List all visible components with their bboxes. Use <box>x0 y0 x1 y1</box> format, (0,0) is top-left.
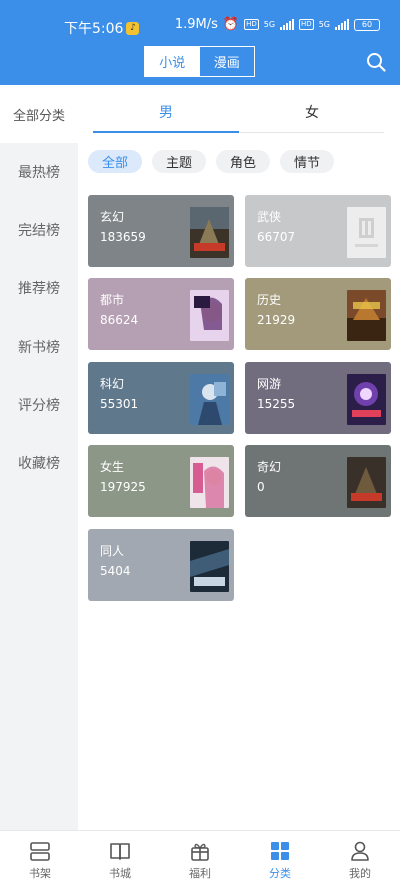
category-name: 玄幻 <box>100 210 125 224</box>
book-cover-image <box>190 541 229 592</box>
hd-icon: HD <box>244 19 259 30</box>
category-name: 科幻 <box>100 377 125 391</box>
nav-bookstore[interactable]: 书城 <box>80 831 160 888</box>
status-net2: 5G <box>318 20 330 29</box>
book-cover-image <box>347 290 386 341</box>
filter-chip-plot[interactable]: 情节 <box>280 150 334 173</box>
sidebar-item-recommended[interactable]: 推荐榜 <box>0 268 78 308</box>
user-icon <box>349 840 371 862</box>
category-count: 197925 <box>100 480 146 494</box>
sidebar-item-hot[interactable]: 最热榜 <box>0 152 78 192</box>
alarm-icon: ⏰ <box>222 17 240 32</box>
status-bar: 下午5:06 ♪ 1.9M/s ⏰ HD 5G HD 5G 60 <box>0 0 400 40</box>
filter-chip-theme[interactable]: 主题 <box>152 150 206 173</box>
app-header: 下午5:06 ♪ 1.9M/s ⏰ HD 5G HD 5G 60 小说 漫画 <box>0 0 400 85</box>
book-cover-image <box>190 457 229 508</box>
nav-bookshelf[interactable]: 书架 <box>0 831 80 888</box>
bookshelf-icon <box>29 840 51 862</box>
tab-female[interactable]: 女 <box>239 92 385 132</box>
status-net1: 5G <box>263 20 276 29</box>
search-icon[interactable] <box>365 51 387 73</box>
category-card-dushi[interactable]: 都市 86624 <box>88 278 234 350</box>
nav-profile-label: 我的 <box>349 867 371 880</box>
nav-category[interactable]: 分类 <box>240 831 320 888</box>
category-name: 武侠 <box>257 210 282 224</box>
category-count: 86624 <box>100 313 139 327</box>
ranking-sidebar: 全部分类 最热榜 完结榜 推荐榜 新书榜 评分榜 收藏榜 <box>0 85 78 830</box>
nav-category-label: 分类 <box>269 867 291 880</box>
signal-icon <box>280 19 295 30</box>
tab-comic[interactable]: 漫画 <box>200 47 255 76</box>
filter-chip-role[interactable]: 角色 <box>216 150 270 173</box>
sidebar-item-rating[interactable]: 评分榜 <box>0 385 78 425</box>
status-speed: 1.9M/s <box>174 17 218 32</box>
category-card-wuxia[interactable]: 武侠 66707 <box>245 195 391 267</box>
tab-active-indicator <box>93 131 239 133</box>
category-name: 历史 <box>257 293 282 307</box>
nav-bookshelf-label: 书架 <box>29 867 51 880</box>
nav-profile[interactable]: 我的 <box>320 831 400 888</box>
tab-male[interactable]: 男 <box>93 92 239 132</box>
gift-icon <box>189 840 211 862</box>
notification-icon: ♪ <box>126 21 140 35</box>
sidebar-item-favorites[interactable]: 收藏榜 <box>0 443 78 483</box>
category-name: 都市 <box>100 293 125 307</box>
category-card-wangyou[interactable]: 网游 15255 <box>245 362 391 434</box>
status-right-group: 1.9M/s ⏰ HD 5G HD 5G 60 <box>175 17 380 32</box>
book-cover-image <box>347 374 386 425</box>
hd-icon-2: HD <box>299 19 314 30</box>
signal-icon-2 <box>335 19 349 30</box>
content-type-switch: 小说 漫画 <box>144 46 255 77</box>
book-cover-image <box>347 457 386 508</box>
category-name: 同人 <box>100 544 125 558</box>
book-open-icon <box>109 840 131 862</box>
status-time: 下午5:06 <box>64 21 124 37</box>
category-count: 66707 <box>257 230 296 244</box>
category-count: 0 <box>257 480 265 494</box>
nav-bookstore-label: 书城 <box>109 867 131 880</box>
category-card-qihuan[interactable]: 奇幻 0 <box>245 445 391 517</box>
nav-welfare[interactable]: 福利 <box>160 831 240 888</box>
category-count: 21929 <box>257 313 296 327</box>
category-card-kehuan[interactable]: 科幻 55301 <box>88 362 234 434</box>
bottom-navigation: 书架 书城 福利 分类 我的 <box>0 830 400 888</box>
book-cover-image <box>190 207 229 258</box>
category-name: 女生 <box>100 460 125 474</box>
status-time-group: 下午5:06 ♪ <box>64 18 140 38</box>
sidebar-item-new[interactable]: 新书榜 <box>0 327 78 367</box>
category-count: 183659 <box>100 230 146 244</box>
book-cover-image <box>190 374 229 425</box>
category-name: 网游 <box>257 377 282 391</box>
battery-level: 60 <box>361 20 373 29</box>
category-count: 55301 <box>100 397 139 411</box>
category-count: 5404 <box>100 564 131 578</box>
category-card-xuanhuan[interactable]: 玄幻 183659 <box>88 195 234 267</box>
category-card-nvsheng[interactable]: 女生 197925 <box>88 445 234 517</box>
category-grid-icon <box>269 840 291 862</box>
category-card-tongren[interactable]: 同人 5404 <box>88 529 234 601</box>
tab-novel[interactable]: 小说 <box>145 47 200 76</box>
nav-welfare-label: 福利 <box>189 867 211 880</box>
sidebar-item-completed[interactable]: 完结榜 <box>0 210 78 250</box>
battery-icon: 60 <box>354 18 380 31</box>
category-card-lishi[interactable]: 历史 21929 <box>245 278 391 350</box>
category-count: 15255 <box>257 397 296 411</box>
category-name: 奇幻 <box>257 460 282 474</box>
filter-chip-all[interactable]: 全部 <box>88 150 142 173</box>
sidebar-item-all-categories[interactable]: 全部分类 <box>0 85 78 143</box>
book-cover-image <box>190 290 229 341</box>
book-cover-placeholder <box>347 207 386 258</box>
